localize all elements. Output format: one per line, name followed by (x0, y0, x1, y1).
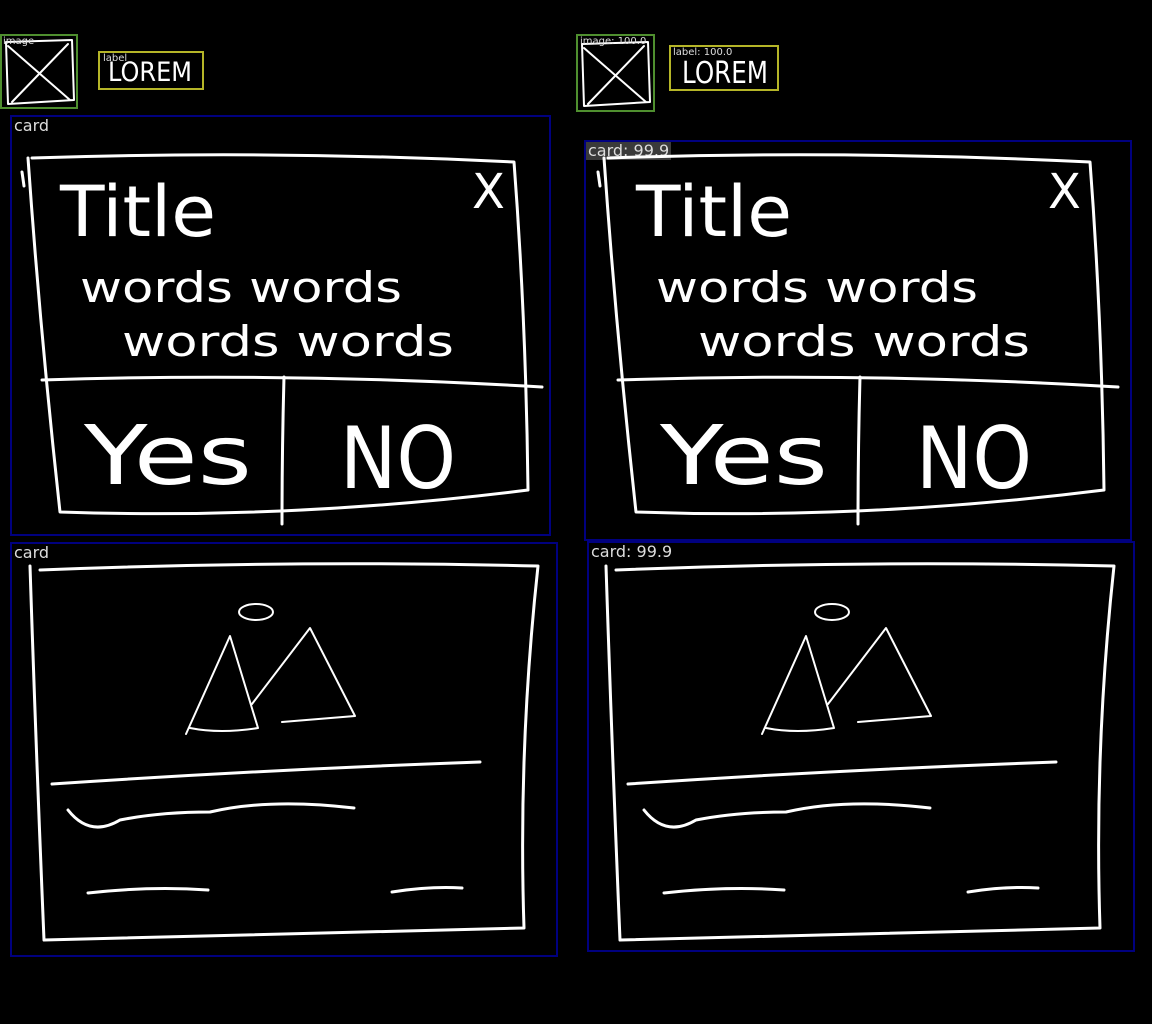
image-card-sketch (28, 562, 540, 942)
right-panel: image: 100.0 label: 100.0 LOREM card: 99… (576, 0, 1152, 1024)
left-panel: image label LOREM card Title X words wor… (0, 0, 576, 1024)
image-card-sketch (604, 562, 1116, 942)
